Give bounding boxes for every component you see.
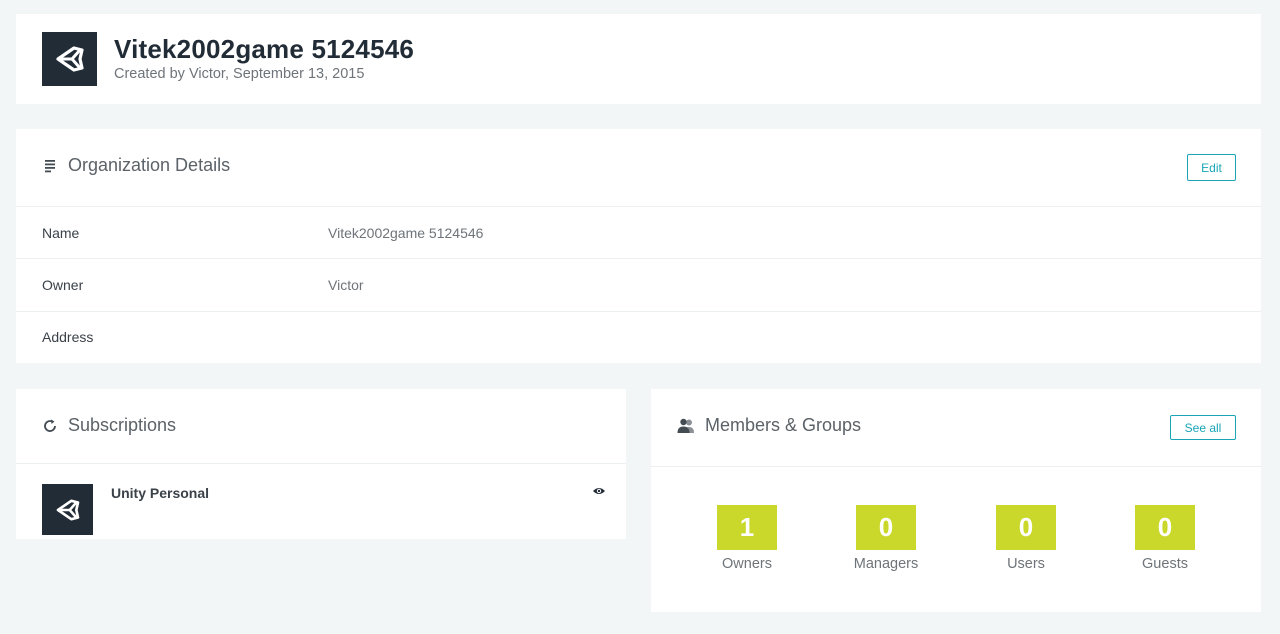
owners-label: Owners [722, 556, 772, 572]
unity-logo-icon [56, 499, 79, 520]
users-stat[interactable]: 0 Users [986, 505, 1066, 572]
divider [651, 466, 1261, 467]
details-heading: Organization Details [42, 155, 230, 176]
organization-details-panel: Organization Details Edit Name Vitek2002… [16, 129, 1261, 363]
members-heading-label: Members & Groups [705, 415, 862, 435]
page-title: Vitek2002game 5124546 [114, 34, 415, 64]
org-header: Vitek2002game 5124546 Created by Victor,… [16, 14, 1261, 104]
subscriptions-heading: Subscriptions [42, 415, 176, 436]
guests-label: Guests [1142, 556, 1188, 572]
users-icon [677, 418, 695, 434]
name-value: Vitek2002game 5124546 [328, 225, 484, 241]
divider [16, 311, 1261, 312]
subscription-name[interactable]: Unity Personal [111, 485, 209, 501]
managers-label: Managers [853, 556, 919, 572]
owners-count: 1 [717, 505, 777, 550]
edit-button[interactable]: Edit [1187, 154, 1236, 181]
divider [16, 463, 626, 464]
eye-icon[interactable] [592, 486, 606, 496]
users-count: 0 [996, 505, 1056, 550]
document-lines-icon [42, 158, 58, 174]
users-label: Users [1007, 556, 1045, 572]
address-label: Address [42, 329, 94, 345]
details-heading-label: Organization Details [68, 155, 231, 175]
guests-stat[interactable]: 0 Guests [1125, 505, 1205, 572]
owner-value: Victor [328, 277, 364, 293]
refresh-icon [42, 418, 58, 434]
subscriptions-heading-label: Subscriptions [68, 415, 177, 435]
managers-count: 0 [856, 505, 916, 550]
unity-logo-icon [55, 46, 84, 72]
members-groups-panel: Members & Groups See all 1 Owners 0 Mana… [651, 389, 1261, 612]
owners-stat[interactable]: 1 Owners [707, 505, 787, 572]
owner-label: Owner [42, 277, 84, 293]
subscription-logo [42, 484, 93, 535]
see-all-button[interactable]: See all [1170, 415, 1236, 440]
name-label: Name [42, 225, 80, 241]
managers-stat[interactable]: 0 Managers [846, 505, 926, 572]
guests-count: 0 [1135, 505, 1195, 550]
divider [16, 258, 1261, 259]
members-heading: Members & Groups [677, 415, 861, 436]
org-logo [42, 32, 97, 86]
divider [16, 206, 1261, 207]
subscriptions-panel: Subscriptions Unity Personal [16, 389, 626, 539]
page-subtitle: Created by Victor, September 13, 2015 [114, 66, 365, 82]
